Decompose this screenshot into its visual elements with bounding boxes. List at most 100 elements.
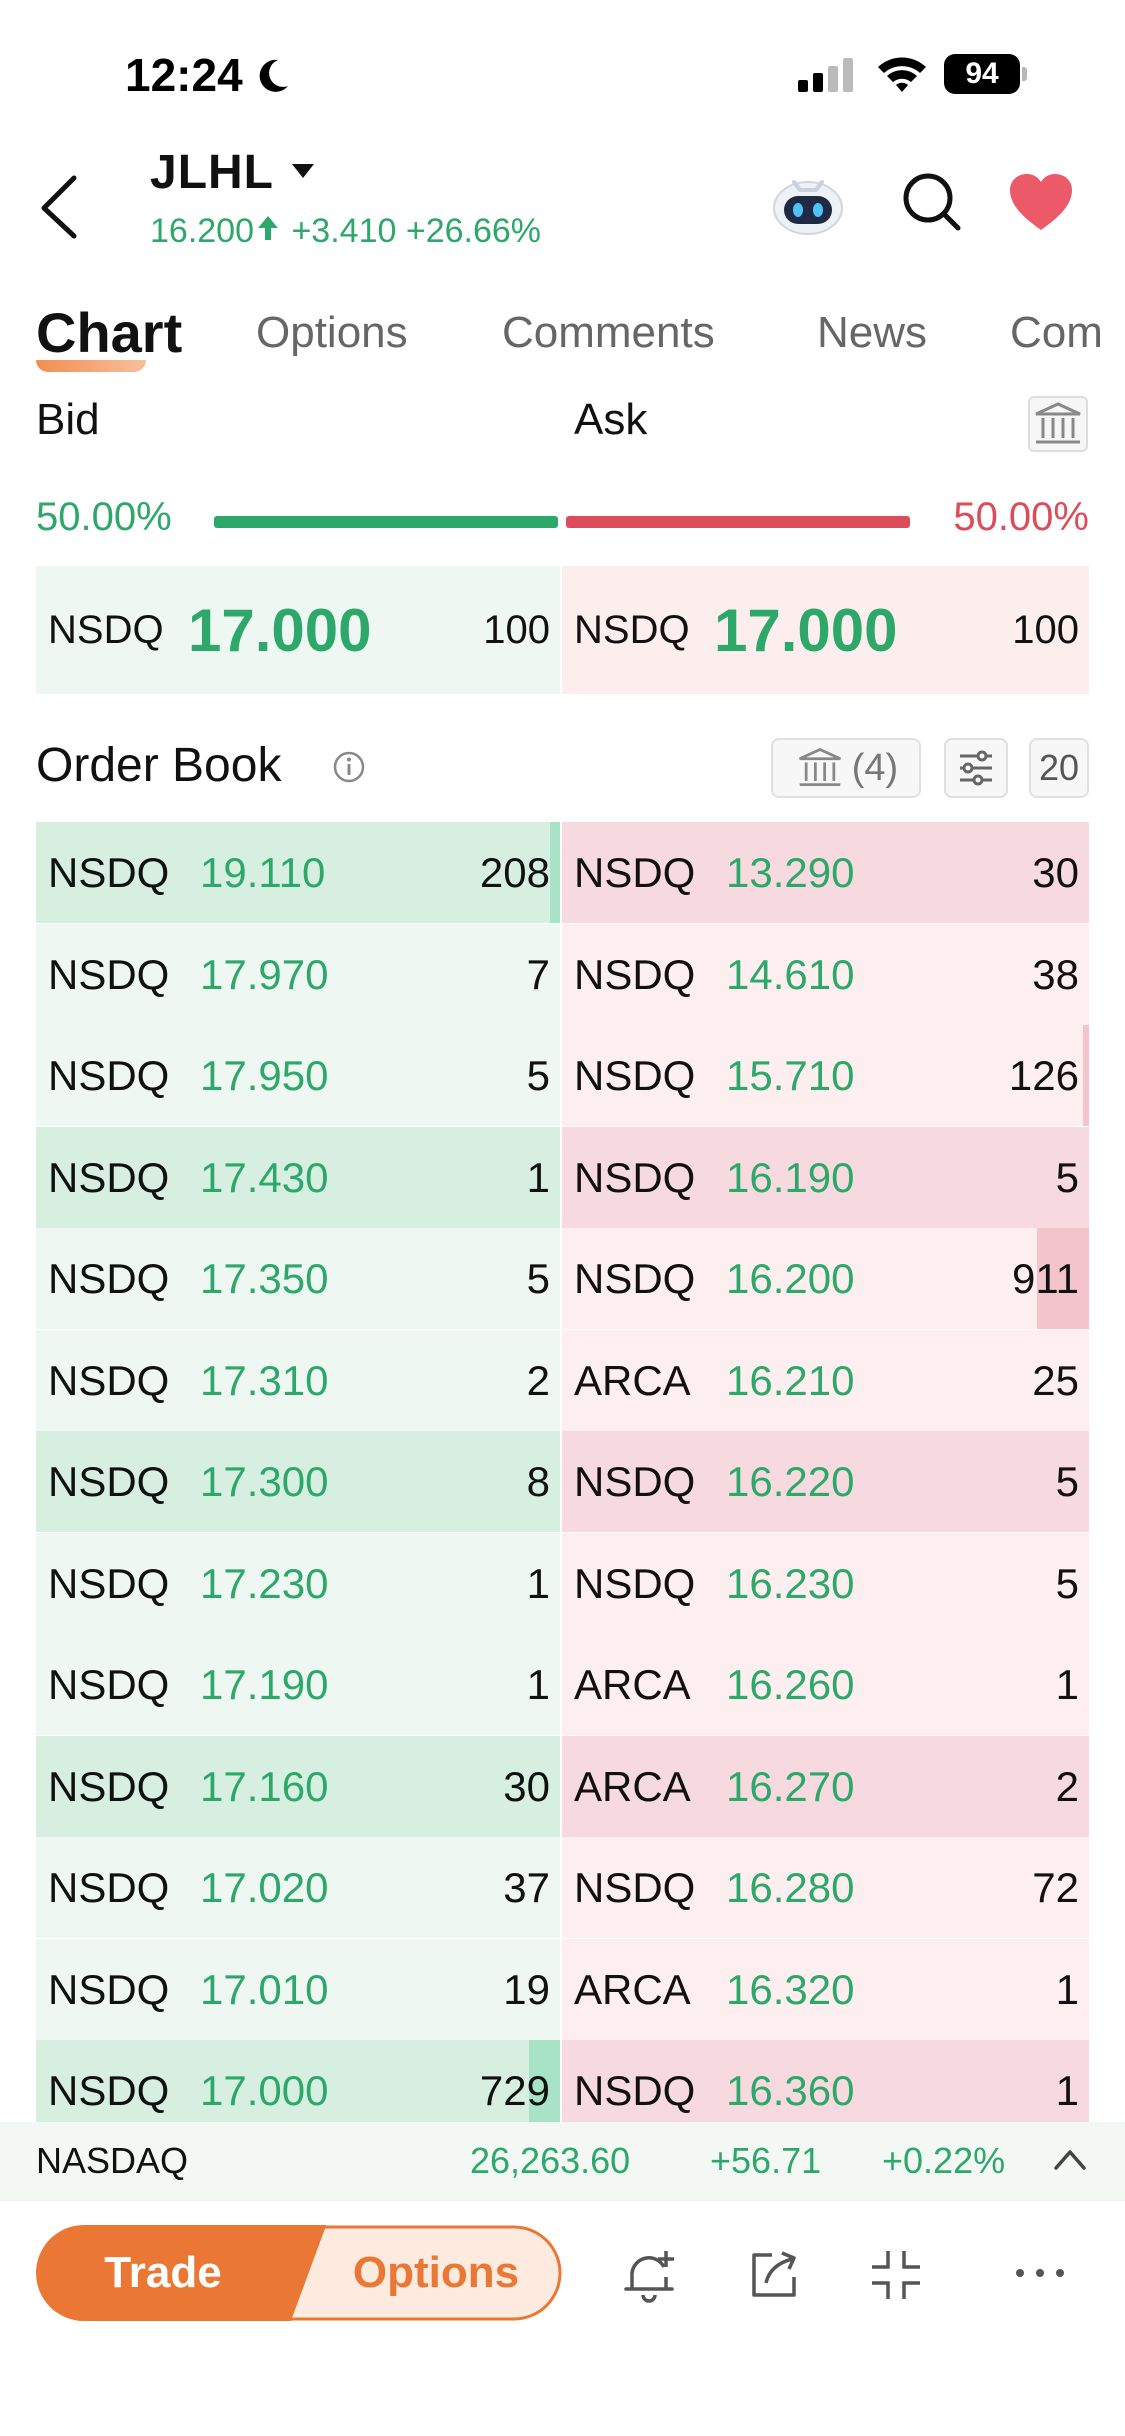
bid-level[interactable]: NSDQ 17.300 8 xyxy=(36,1431,560,1532)
bid-size: 2 xyxy=(526,1356,550,1404)
ask-level[interactable]: ARCA 16.210 25 xyxy=(562,1330,1089,1431)
bid-size: 19 xyxy=(503,1965,550,2013)
best-ask: NSDQ 17.000 100 xyxy=(562,566,1089,694)
ask-level[interactable]: NSDQ 16.220 5 xyxy=(562,1431,1089,1532)
bid-level[interactable]: NSDQ 17.350 5 xyxy=(36,1228,560,1329)
index-ticker[interactable]: NASDAQ 26,263.60 +56.71 +0.22% xyxy=(0,2122,1125,2200)
ask-exchange: NSDQ xyxy=(574,1254,696,1302)
ask-label: Ask xyxy=(574,395,648,444)
cellular-signal-icon xyxy=(798,58,853,92)
bank-icon xyxy=(798,748,841,786)
assistant-robot-icon[interactable] xyxy=(770,170,846,238)
bid-volume-bar xyxy=(550,822,560,923)
settings-sliders-button[interactable] xyxy=(944,738,1008,798)
tab-chart[interactable]: Chart xyxy=(36,300,182,365)
wifi-icon xyxy=(878,57,926,92)
bid-level[interactable]: NSDQ 17.430 1 xyxy=(36,1127,560,1228)
ask-level[interactable]: NSDQ 16.230 5 xyxy=(562,1533,1089,1634)
bid-exchange: NSDQ xyxy=(48,1965,170,2013)
collapse-icon[interactable] xyxy=(866,2245,926,2305)
index-name: NASDAQ xyxy=(36,2140,189,2181)
bid-level[interactable]: NSDQ 17.190 1 xyxy=(36,1634,560,1735)
ask-size: 30 xyxy=(1032,848,1079,896)
ask-level[interactable]: ARCA 16.270 2 xyxy=(562,1736,1089,1837)
exchange-filter-button[interactable]: (4) xyxy=(771,738,921,798)
ask-level[interactable]: ARCA 16.260 1 xyxy=(562,1634,1089,1735)
price-change-pct: +26.66% xyxy=(405,212,542,250)
bid-price: 17.230 xyxy=(200,1559,329,1607)
order-book-row: NSDQ 19.110 208 NSDQ 13.290 30 xyxy=(36,822,1089,924)
ask-price: 16.360 xyxy=(726,2066,855,2114)
ask-size: 38 xyxy=(1032,950,1079,998)
ask-exchange: ARCA xyxy=(574,1762,691,1810)
bid-level[interactable]: NSDQ 17.000 729 xyxy=(36,2040,560,2122)
ask-price: 13.290 xyxy=(726,848,855,896)
ask-price: 16.220 xyxy=(726,1457,855,1505)
ask-level[interactable]: NSDQ 16.360 1 xyxy=(562,2040,1089,2122)
tab-news[interactable]: News xyxy=(817,308,927,358)
ask-exchange: NSDQ xyxy=(574,1153,696,1201)
ask-size: 126 xyxy=(1008,1051,1079,1099)
bid-level[interactable]: NSDQ 17.310 2 xyxy=(36,1330,560,1431)
chevron-up-icon[interactable] xyxy=(1052,2144,1088,2174)
ask-level[interactable]: NSDQ 16.280 72 xyxy=(562,1837,1089,1938)
ask-level[interactable]: NSDQ 13.290 30 xyxy=(562,822,1089,923)
trade-button[interactable]: Trade xyxy=(36,2225,326,2321)
bid-size: 8 xyxy=(526,1457,550,1505)
bid-level[interactable]: NSDQ 17.970 7 xyxy=(36,924,560,1025)
bid-size: 5 xyxy=(526,1254,550,1302)
order-book-row: NSDQ 17.310 2 ARCA 16.210 25 xyxy=(36,1330,1089,1432)
ask-exchange: NSDQ xyxy=(574,2066,696,2114)
exchange-bank-button[interactable] xyxy=(1028,396,1088,452)
bid-price: 17.310 xyxy=(200,1356,329,1404)
bid-price: 17.010 xyxy=(200,1965,329,2013)
options-label: Options xyxy=(352,2248,520,2297)
ask-price: 16.190 xyxy=(726,1153,855,1201)
bid-exchange: NSDQ xyxy=(48,1153,170,1201)
tab-company[interactable]: Com xyxy=(1010,308,1103,358)
sliders-icon xyxy=(960,750,992,786)
more-options-icon[interactable] xyxy=(1010,2245,1070,2305)
depth-selector[interactable]: 20 xyxy=(1029,738,1089,798)
ask-level[interactable]: NSDQ 16.200 911 xyxy=(562,1228,1089,1329)
ask-level[interactable]: NSDQ 15.710 126 xyxy=(562,1025,1089,1126)
bid-price: 17.300 xyxy=(200,1457,329,1505)
price-change: +3.410 xyxy=(291,212,397,250)
caret-down-icon[interactable] xyxy=(290,162,316,180)
bid-level[interactable]: NSDQ 19.110 208 xyxy=(36,822,560,923)
bid-exchange: NSDQ xyxy=(48,1762,170,1810)
bid-level[interactable]: NSDQ 17.020 37 xyxy=(36,1837,560,1938)
favorite-heart-icon[interactable] xyxy=(1008,172,1074,232)
bid-exchange: NSDQ xyxy=(48,1356,170,1404)
search-icon[interactable] xyxy=(900,170,964,234)
bid-exchange: NSDQ xyxy=(48,950,170,998)
ask-price: 16.230 xyxy=(726,1559,855,1607)
tab-options[interactable]: Options xyxy=(256,308,408,358)
bid-size: 37 xyxy=(503,1863,550,1911)
bid-level[interactable]: NSDQ 17.230 1 xyxy=(36,1533,560,1634)
order-book-row: NSDQ 17.010 19 ARCA 16.320 1 xyxy=(36,1939,1089,2041)
best-ask-price: 17.000 xyxy=(714,596,898,664)
ask-level[interactable]: NSDQ 14.610 38 xyxy=(562,924,1089,1025)
price-alert-bell-icon[interactable] xyxy=(620,2245,680,2305)
ask-level[interactable]: NSDQ 16.190 5 xyxy=(562,1127,1089,1228)
share-icon[interactable] xyxy=(744,2245,804,2305)
bid-percentage: 50.00% xyxy=(36,495,172,539)
battery-icon: 94 xyxy=(944,54,1027,94)
ask-level[interactable]: ARCA 16.320 1 xyxy=(562,1939,1089,2040)
bid-level[interactable]: NSDQ 17.010 19 xyxy=(36,1939,560,2040)
ask-size: 911 xyxy=(1012,1254,1079,1302)
back-arrow-icon[interactable] xyxy=(32,170,92,240)
price-quote: 16.200 +3.410 +26.66% xyxy=(150,212,541,251)
bid-size: 1 xyxy=(526,1660,550,1708)
ticker-symbol[interactable]: JLHL xyxy=(150,145,274,200)
best-bid-size: 100 xyxy=(483,607,550,652)
bid-exchange: NSDQ xyxy=(48,1457,170,1505)
bid-level[interactable]: NSDQ 17.950 5 xyxy=(36,1025,560,1126)
bid-level[interactable]: NSDQ 17.160 30 xyxy=(36,1736,560,1837)
ask-size: 2 xyxy=(1055,1762,1079,1810)
bid-price: 17.160 xyxy=(200,1762,329,1810)
tab-comments[interactable]: Comments xyxy=(502,308,715,358)
info-icon[interactable] xyxy=(332,750,366,784)
options-button[interactable]: Options xyxy=(286,2225,562,2321)
